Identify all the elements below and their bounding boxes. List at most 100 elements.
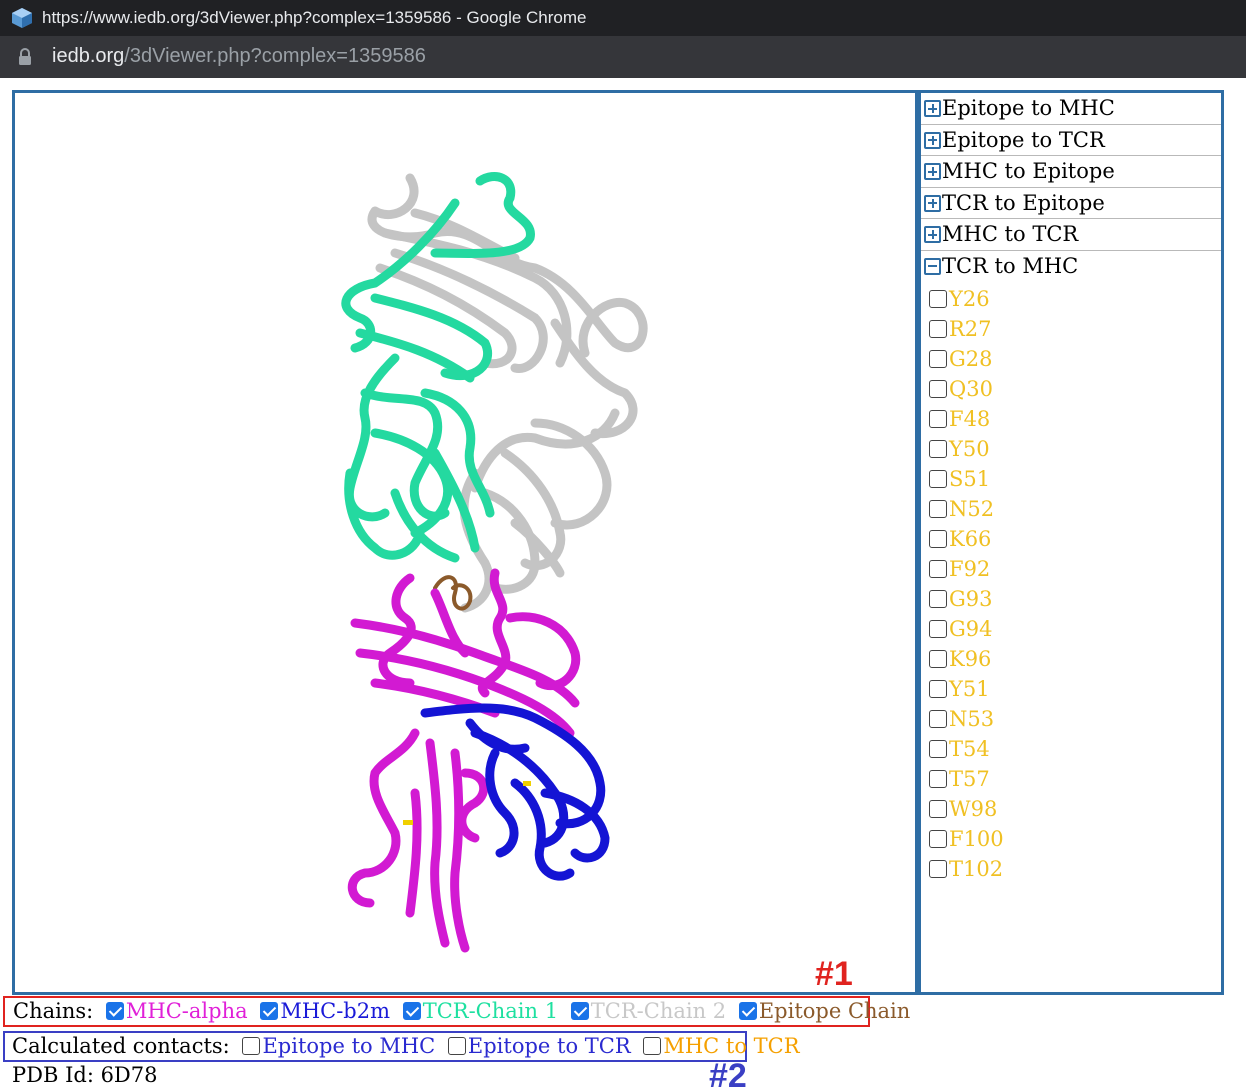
residue-checkbox[interactable]	[929, 350, 947, 368]
residue-item[interactable]: G93	[929, 584, 1221, 614]
residue-label: G94	[949, 617, 993, 641]
accordion-mhc-to-tcr[interactable]: MHC to TCR	[921, 219, 1221, 251]
residue-item[interactable]: R27	[929, 314, 1221, 344]
molecule-3d-viewer[interactable]	[12, 90, 918, 995]
residue-item[interactable]: G28	[929, 344, 1221, 374]
residue-checkbox[interactable]	[929, 830, 947, 848]
residue-item[interactable]: Q30	[929, 374, 1221, 404]
residue-label: T57	[949, 767, 990, 791]
chain-checkbox-mhc-b2m[interactable]	[260, 1002, 279, 1020]
accordion-mhc-to-epitope[interactable]: MHC to Epitope	[921, 156, 1221, 188]
expand-plus-icon[interactable]	[924, 226, 941, 243]
residue-checkbox[interactable]	[929, 500, 947, 518]
residue-item[interactable]: F92	[929, 554, 1221, 584]
accordion-label: TCR to Epitope	[942, 190, 1105, 215]
residue-label: F48	[949, 407, 991, 431]
residue-item[interactable]: T54	[929, 734, 1221, 764]
residue-checkbox[interactable]	[929, 800, 947, 818]
expand-plus-icon[interactable]	[924, 163, 941, 180]
protein-structure-render	[341, 172, 648, 953]
residue-checkbox[interactable]	[929, 410, 947, 428]
residue-checkbox[interactable]	[929, 740, 947, 758]
contact-checkbox-epitope-to-mhc[interactable]	[242, 1037, 261, 1055]
residue-item[interactable]: Y51	[929, 674, 1221, 704]
residue-checkbox[interactable]	[929, 770, 947, 788]
url-path: /3dViewer.php?complex=1359586	[124, 45, 426, 67]
url-domain: iedb.org	[52, 45, 125, 67]
mhc-alpha-ribbon	[347, 568, 581, 953]
residue-item[interactable]: T102	[929, 854, 1221, 884]
residue-checkbox[interactable]	[929, 620, 947, 638]
residue-label: N53	[949, 707, 995, 731]
lock-icon[interactable]	[17, 48, 33, 66]
residue-item[interactable]: G94	[929, 614, 1221, 644]
accordion-tcr-to-mhc[interactable]: TCR to MHC	[921, 251, 1221, 283]
window-title: https://www.iedb.org/3dViewer.php?comple…	[42, 8, 587, 27]
contact-checkbox-mhc-to-tcr[interactable]	[643, 1037, 662, 1055]
residue-item[interactable]: Y50	[929, 434, 1221, 464]
chain-checkbox-tcr-chain-2[interactable]	[570, 1002, 589, 1020]
chain-checkbox-tcr-chain-1[interactable]	[402, 1002, 421, 1020]
chain-checkbox-epitope[interactable]	[738, 1002, 757, 1020]
residue-checkbox[interactable]	[929, 290, 947, 308]
calculated-contacts-row: Calculated contacts: Epitope to MHC Epit…	[3, 1031, 800, 1062]
residue-checkbox[interactable]	[929, 320, 947, 338]
browser-title-bar: https://www.iedb.org/3dViewer.php?comple…	[0, 0, 1246, 36]
accordion-label: Epitope to TCR	[942, 127, 1105, 152]
annotation-marker-2: #2	[709, 1057, 747, 1090]
collapse-minus-icon[interactable]	[924, 257, 941, 275]
residue-item[interactable]: F100	[929, 824, 1221, 854]
residue-label: K66	[949, 527, 992, 551]
residue-label: T102	[949, 857, 1004, 881]
residue-label: G28	[949, 347, 993, 371]
residue-checkbox[interactable]	[929, 530, 947, 548]
residue-item[interactable]: F48	[929, 404, 1221, 434]
chain-checkbox-mhc-alpha[interactable]	[105, 1002, 124, 1020]
residue-checkbox[interactable]	[929, 710, 947, 728]
residue-label: T54	[949, 737, 990, 761]
residue-item[interactable]: T57	[929, 764, 1221, 794]
url-text[interactable]: iedb.org/3dViewer.php?complex=1359586	[52, 45, 426, 68]
residue-item[interactable]: S51	[929, 464, 1221, 494]
accordion-tcr-to-epitope[interactable]: TCR to Epitope	[921, 188, 1221, 219]
contact-checkbox-epitope-to-tcr[interactable]	[447, 1037, 466, 1055]
residue-label: N52	[949, 497, 995, 521]
residue-checkbox[interactable]	[929, 590, 947, 608]
residue-list: Y26 R27 G28 Q30 F48 Y50 S51 N52 K66 F92 …	[921, 282, 1221, 884]
residue-item[interactable]: N52	[929, 494, 1221, 524]
accordion-epitope-to-tcr[interactable]: Epitope to TCR	[921, 125, 1221, 156]
address-bar[interactable]: iedb.org/3dViewer.php?complex=1359586	[0, 36, 1246, 78]
mhc-b2m-ribbon	[420, 703, 610, 881]
residue-checkbox[interactable]	[929, 470, 947, 488]
residue-checkbox[interactable]	[929, 680, 947, 698]
contacts-label: Calculated contacts:	[12, 1034, 230, 1058]
residue-checkbox[interactable]	[929, 860, 947, 878]
contact-label-epitope-to-mhc: Epitope to MHC	[262, 1034, 436, 1058]
residue-label: Y50	[949, 437, 990, 461]
residue-checkbox[interactable]	[929, 440, 947, 458]
residue-checkbox[interactable]	[929, 560, 947, 578]
contact-label-mhc-to-tcr: MHC to TCR	[663, 1034, 800, 1058]
residue-checkbox[interactable]	[929, 380, 947, 398]
annotation-marker-1: #1	[815, 955, 853, 993]
ligand-marker	[523, 781, 531, 786]
accordion-label: Epitope to MHC	[942, 96, 1115, 120]
expand-plus-icon[interactable]	[924, 131, 941, 149]
expand-plus-icon[interactable]	[924, 194, 941, 212]
residue-item[interactable]: K66	[929, 524, 1221, 554]
chains-toggle-row: Chains: MHC-alpha MHC-b2m TCR-Chain 1 TC…	[3, 996, 910, 1027]
chain-label-mhc-alpha: MHC-alpha	[125, 999, 248, 1023]
residue-label: F92	[949, 557, 991, 581]
accordion-label: TCR to MHC	[942, 253, 1079, 278]
residue-item[interactable]: W98	[929, 794, 1221, 824]
accordion-epitope-to-mhc[interactable]: Epitope to MHC	[921, 93, 1221, 125]
chain-label-mhc-b2m: MHC-b2m	[280, 999, 391, 1023]
chains-label: Chains:	[13, 999, 94, 1023]
residue-label: R27	[949, 317, 992, 341]
accordion-label: MHC to Epitope	[942, 159, 1115, 183]
expand-plus-icon[interactable]	[924, 100, 941, 117]
residue-item[interactable]: N53	[929, 704, 1221, 734]
residue-checkbox[interactable]	[929, 650, 947, 668]
residue-item[interactable]: K96	[929, 644, 1221, 674]
residue-item[interactable]: Y26	[929, 284, 1221, 314]
